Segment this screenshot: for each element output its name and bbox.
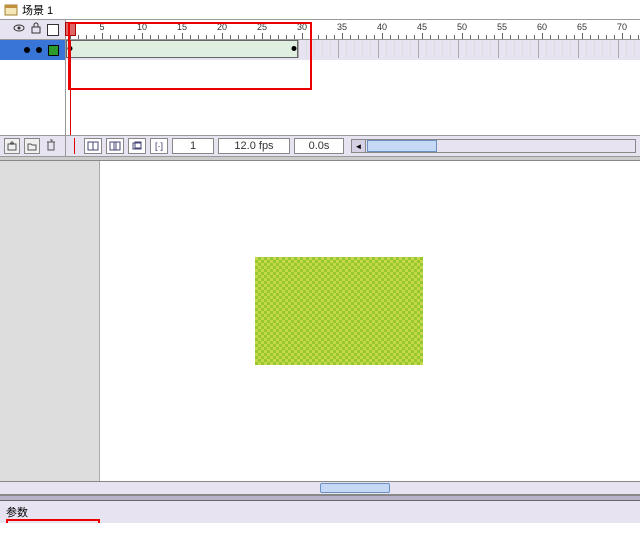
- ruler-number: 70: [617, 22, 627, 32]
- layer-header-controls: [0, 20, 66, 39]
- add-folder-button[interactable]: [24, 138, 40, 154]
- timeline-ruler[interactable]: 1510152025303540455055606570: [66, 20, 640, 39]
- playhead[interactable]: [70, 40, 71, 135]
- annotation-highlight-2: [6, 519, 100, 523]
- selected-shape[interactable]: [255, 257, 423, 365]
- scroll-left-button[interactable]: ◄: [352, 140, 366, 152]
- properties-panel-header[interactable]: 参数: [0, 501, 640, 523]
- stage-area: [0, 161, 640, 481]
- ruler-number: 5: [99, 22, 104, 32]
- ruler-number: 40: [377, 22, 387, 32]
- edit-multiple-frames-button[interactable]: [·]: [150, 138, 168, 154]
- layer-footer-controls: [0, 136, 66, 156]
- timeline-header: 1510152025303540455055606570: [0, 20, 640, 40]
- onion-skin-outlines-button[interactable]: [128, 138, 146, 154]
- ruler-number: 55: [497, 22, 507, 32]
- scene-icon: [4, 3, 18, 17]
- fps-display: 12.0 fps: [218, 138, 290, 154]
- ruler-number: 30: [297, 22, 307, 32]
- center-frame-button[interactable]: [84, 138, 102, 154]
- playhead-indicator-icon: [70, 138, 80, 154]
- keyframe-end[interactable]: [292, 46, 297, 51]
- ruler-number: 50: [457, 22, 467, 32]
- eye-icon[interactable]: [13, 22, 25, 37]
- delete-layer-button[interactable]: [44, 138, 58, 155]
- ruler-number: 35: [337, 22, 347, 32]
- frame-row[interactable]: [66, 40, 640, 60]
- add-layer-button[interactable]: [4, 138, 20, 154]
- outline-icon[interactable]: [47, 24, 59, 36]
- timeline-scrollbar[interactable]: ◄: [351, 139, 636, 153]
- ruler-number: 60: [537, 22, 547, 32]
- playhead-handle[interactable]: [65, 22, 76, 36]
- ruler-number: 15: [177, 22, 187, 32]
- scene-title: 场景 1: [22, 2, 53, 18]
- layer-lock-dot[interactable]: [36, 47, 42, 53]
- stage-scrollbar[interactable]: [0, 481, 640, 495]
- stage-scroll-thumb[interactable]: [320, 483, 390, 493]
- ruler-number: 25: [257, 22, 267, 32]
- properties-title: 参数: [6, 504, 28, 520]
- timeline-footer: [·] 1 12.0 fps 0.0s ◄: [0, 135, 640, 157]
- ruler-number: 45: [417, 22, 427, 32]
- onion-skin-button[interactable]: [106, 138, 124, 154]
- scroll-thumb[interactable]: [367, 140, 437, 152]
- layer-row[interactable]: [0, 40, 65, 60]
- layer-list: [0, 40, 66, 135]
- ruler-number: 20: [217, 22, 227, 32]
- ruler-number: 10: [137, 22, 147, 32]
- stage-pasteboard: [0, 161, 100, 481]
- frame-footer: [·] 1 12.0 fps 0.0s ◄: [66, 138, 640, 154]
- current-frame-display: 1: [172, 138, 214, 154]
- tween-span[interactable]: [66, 40, 298, 58]
- scene-title-bar: 场景 1: [0, 0, 640, 20]
- frames-area[interactable]: [66, 40, 640, 135]
- elapsed-time-display: 0.0s: [294, 138, 344, 154]
- lock-icon[interactable]: [31, 22, 41, 37]
- ruler-number: 65: [577, 22, 587, 32]
- layer-visible-dot[interactable]: [24, 47, 30, 53]
- stage-canvas[interactable]: [100, 161, 640, 481]
- layer-color-swatch[interactable]: [48, 45, 59, 56]
- timeline-body: [0, 40, 640, 135]
